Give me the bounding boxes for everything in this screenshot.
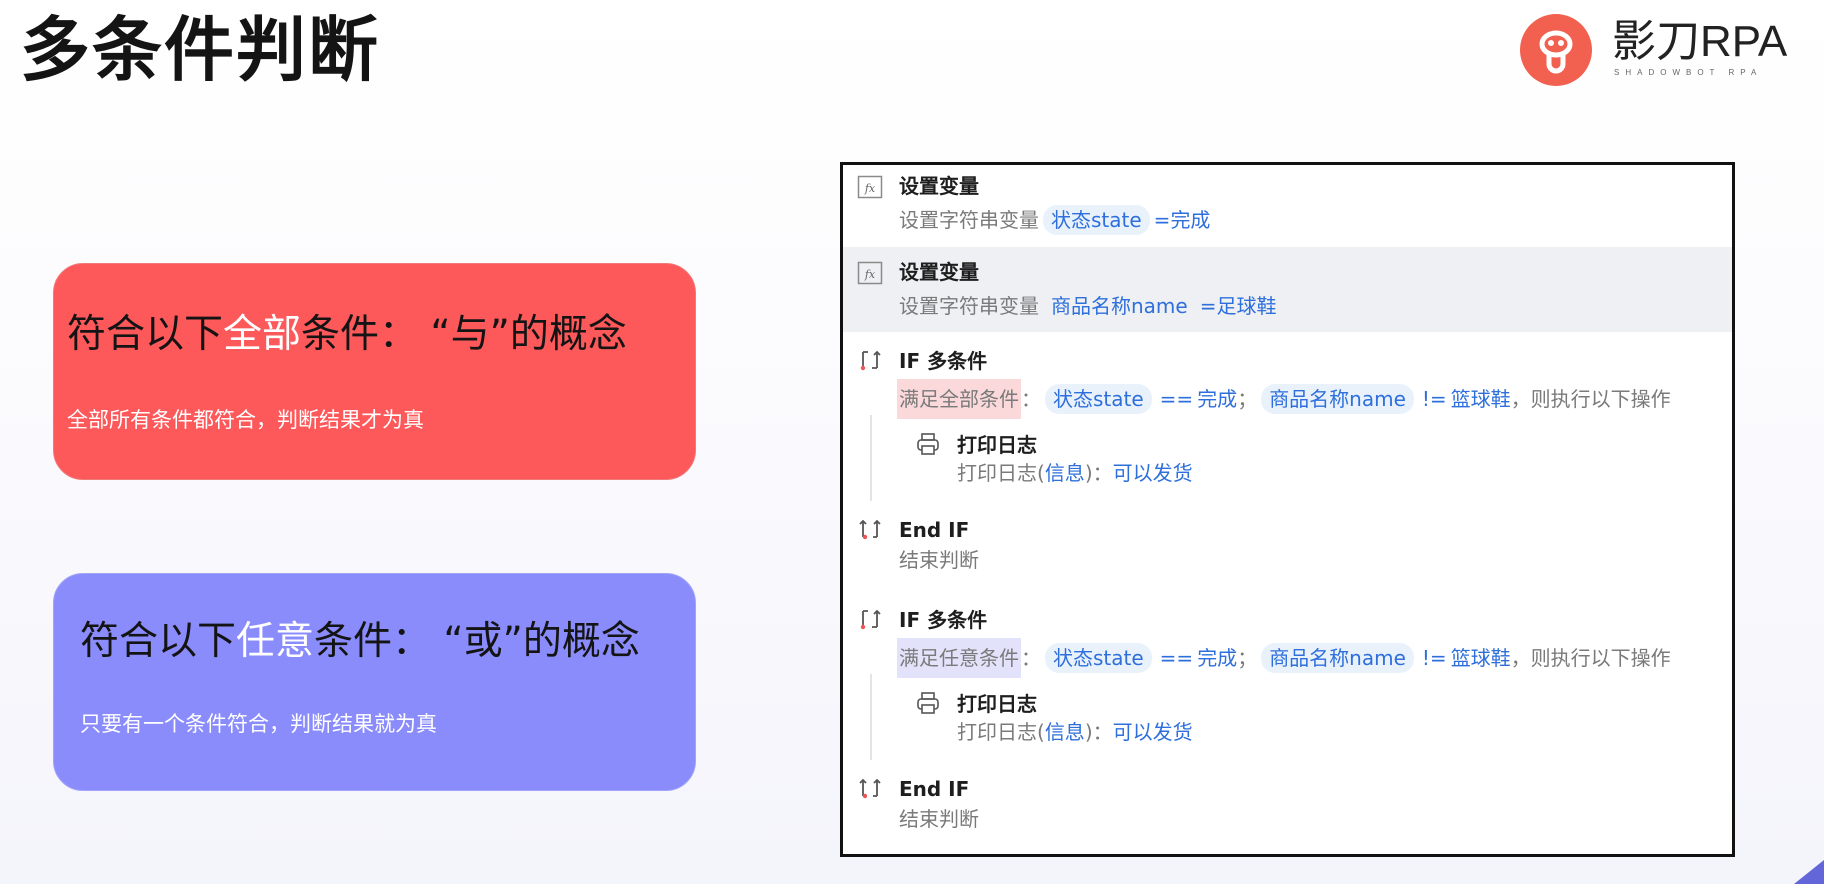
flow-step-end-if-2[interactable]: End IF 结束判断 [843,769,1732,849]
fx-icon: fx [857,261,883,285]
fx-icon: fx [857,175,883,199]
print-log-label: 打印日志( [957,720,1045,744]
variable-pill-name[interactable]: 商品名称name [1261,643,1414,673]
assigned-value: 完成 [1170,208,1211,232]
variable-pill-name[interactable]: 商品名称name [1043,291,1196,321]
if-title: IF 多条件 [899,349,988,373]
operator-not-equals: != [1421,646,1447,670]
if-branch-icon [860,350,881,371]
corner-accent-decoration [1794,860,1824,884]
assigned-value: 足球鞋 [1216,294,1277,318]
print-log-param: 信息 [1044,720,1085,744]
end-if-icon [859,519,881,540]
condition-suffix: ，则执行以下操作 [1510,646,1671,670]
flow-step-set-variable-2[interactable]: fx 设置变量 设置字符串变量 商品名称name = 足球鞋 [843,247,1732,332]
page-title: 多条件判断 [20,9,380,91]
and-concept-card: 符合以下全部条件： “与”的概念 全部所有条件都符合，判断结果才为真 [53,263,696,480]
set-variable-detail: 设置字符串变量 状态state = 完成 [899,205,1210,235]
flow-step-print-log-1[interactable]: 打印日志 打印日志(信息)： 可以发货 [843,425,1732,505]
svg-text:fx: fx [864,182,876,195]
end-if-title: End IF [899,777,970,801]
if-branch-icon [860,609,881,630]
print-log-value: 可以发货 [1112,461,1193,485]
assign-operator: = [1153,208,1171,232]
separator: ； [1237,387,1258,411]
print-log-close: )： [1084,720,1113,744]
operator-not-equals: != [1421,387,1447,411]
set-variable-title: 设置变量 [899,174,979,198]
print-log-title: 打印日志 [957,433,1037,457]
flow-step-if-all[interactable]: IF 多条件 满足全部条件 ： 状态state == 完成 ； 商品名称name… [843,335,1732,585]
set-variable-title: 设置变量 [899,260,979,284]
svg-text:fx: fx [864,268,876,281]
variable-pill-state[interactable]: 状态state [1045,384,1152,414]
and-heading-pre: 符合以下 [67,312,224,357]
flow-step-print-log-2[interactable]: 打印日志 打印日志(信息)： 可以发货 [843,684,1732,764]
or-card-description: 只要有一个条件符合，判断结果就为真 [80,712,437,736]
print-log-label: 打印日志( [957,461,1045,485]
variable-pill-state[interactable]: 状态state [1045,643,1152,673]
and-heading-highlight: 全部 [223,312,302,357]
condition-suffix: ，则执行以下操作 [1510,387,1671,411]
separator: ； [1237,646,1258,670]
print-log-detail: 打印日志(信息)： 可以发货 [957,463,1193,483]
flow-step-set-variable-1[interactable]: fx 设置变量 设置字符串变量 状态state = 完成 [843,165,1732,245]
or-heading-highlight: 任意 [236,619,315,664]
print-log-value: 可以发货 [1112,720,1193,744]
or-heading-pre: 符合以下 [80,619,237,664]
flow-step-if-any[interactable]: IF 多条件 满足任意条件 ： 状态state == 完成 ； 商品名称name… [843,594,1732,854]
logo-name: 影刀RPA [1612,17,1788,66]
and-card-heading: 符合以下全部条件： “与”的概念 [67,315,627,354]
end-if-detail: 结束判断 [899,807,979,831]
shadowbot-logo: 影刀RPA SHADOWBOT RPA [1520,14,1787,88]
or-card-heading: 符合以下任意条件： “或”的概念 [80,622,640,661]
condition-mode-any: 满足任意条件 [897,638,1021,678]
and-card-description: 全部所有条件都符合，判断结果才为真 [67,408,424,432]
printer-icon [917,692,939,714]
flow-panel: fx 设置变量 设置字符串变量 状态state = 完成 fx 设置变量 设置字… [840,162,1735,857]
end-if-icon [859,778,881,799]
condition-mode-all: 满足全部条件 [897,379,1021,419]
assign-operator: = [1199,294,1217,318]
if-condition: 满足全部条件 ： 状态state == 完成 ； 商品名称name != 篮球鞋… [897,379,1671,419]
compare-value: 完成 [1197,646,1238,670]
logo-subtitle: SHADOWBOT RPA [1614,68,1763,77]
operator-equals: == [1159,387,1194,411]
set-variable-label: 设置字符串变量 [899,294,1039,318]
flow-step-end-if-1[interactable]: End IF 结束判断 [843,510,1732,585]
set-variable-label: 设置字符串变量 [899,208,1039,232]
print-log-param: 信息 [1044,461,1085,485]
printer-icon [917,433,939,455]
variable-pill-state[interactable]: 状态state [1043,205,1150,235]
compare-value: 篮球鞋 [1450,646,1511,670]
compare-value: 完成 [1197,387,1238,411]
end-if-detail: 结束判断 [899,548,979,572]
and-heading-post: 条件： “与”的概念 [301,312,627,357]
print-log-detail: 打印日志(信息)： 可以发货 [957,722,1193,742]
colon: ： [1021,646,1041,670]
or-heading-post: 条件： “或”的概念 [314,619,640,664]
or-concept-card: 符合以下任意条件： “或”的概念 只要有一个条件符合，判断结果就为真 [53,573,696,791]
end-if-title: End IF [899,518,970,542]
set-variable-detail: 设置字符串变量 商品名称name = 足球鞋 [899,291,1276,321]
operator-equals: == [1159,646,1194,670]
print-log-title: 打印日志 [957,692,1037,716]
variable-pill-name[interactable]: 商品名称name [1261,384,1414,414]
shadowbot-logo-icon [1520,14,1592,86]
compare-value: 篮球鞋 [1450,387,1511,411]
if-condition: 满足任意条件 ： 状态state == 完成 ； 商品名称name != 篮球鞋… [897,638,1671,678]
colon: ： [1021,387,1041,411]
if-title: IF 多条件 [899,608,988,632]
print-log-close: )： [1084,461,1113,485]
